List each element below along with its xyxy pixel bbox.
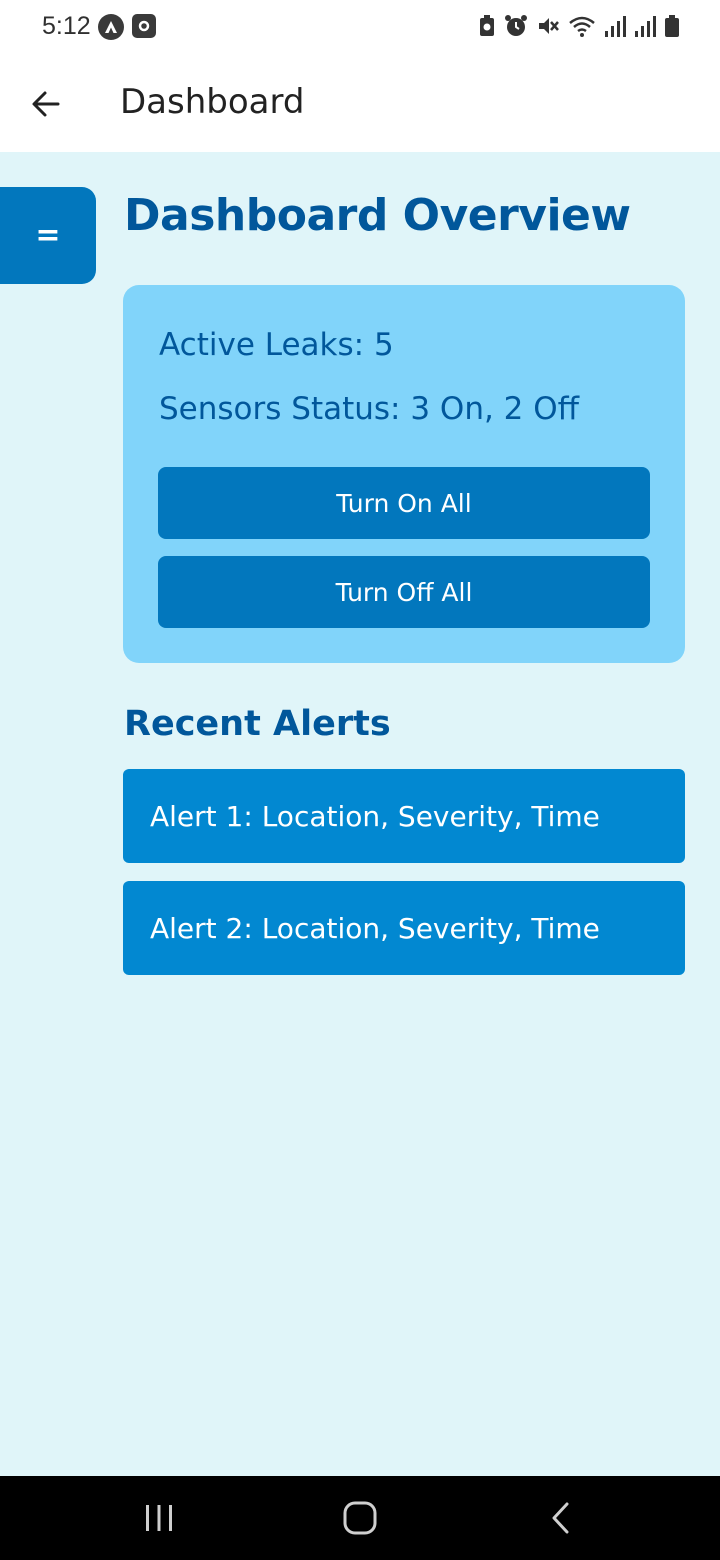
app-b-icon bbox=[132, 14, 156, 38]
active-leaks-text: Active Leaks: 5 bbox=[159, 327, 394, 363]
arrow-left-icon bbox=[32, 91, 60, 117]
menu-toggle-label: = bbox=[35, 218, 61, 253]
alert-item[interactable]: Alert 2: Location, Severity, Time bbox=[123, 881, 685, 975]
turn-on-all-button[interactable]: Turn On All bbox=[158, 467, 650, 539]
back-icon bbox=[552, 1502, 569, 1534]
app-a-icon bbox=[98, 14, 124, 40]
signal-icon bbox=[634, 14, 656, 42]
status-time: 5:12 bbox=[42, 12, 91, 40]
alert-item[interactable]: Alert 1: Location, Severity, Time bbox=[123, 769, 685, 863]
recents-button[interactable] bbox=[129, 1492, 189, 1544]
menu-toggle-button[interactable]: = bbox=[0, 187, 96, 284]
system-nav-bar bbox=[0, 1476, 720, 1560]
battery-icon bbox=[664, 14, 680, 42]
home-button[interactable] bbox=[330, 1492, 390, 1544]
back-button[interactable] bbox=[26, 84, 66, 124]
status-right-icons bbox=[478, 14, 680, 42]
alarm-icon bbox=[504, 14, 528, 42]
page-title: Dashboard Overview bbox=[124, 190, 631, 241]
recents-icon bbox=[146, 1505, 172, 1531]
mute-icon bbox=[536, 14, 560, 42]
nav-back-button[interactable] bbox=[532, 1492, 592, 1544]
home-icon bbox=[343, 1501, 377, 1535]
app-bar-title: Dashboard bbox=[120, 82, 305, 122]
status-bar: 5:12 bbox=[0, 0, 720, 56]
sensors-status-text: Sensors Status: 3 On, 2 Off bbox=[159, 391, 580, 427]
turn-off-all-button[interactable]: Turn Off All bbox=[158, 556, 650, 628]
summary-card: Active Leaks: 5 Sensors Status: 3 On, 2 … bbox=[123, 285, 685, 663]
status-left-icons bbox=[98, 14, 156, 40]
signal-icon bbox=[604, 14, 626, 42]
battery-saver-icon bbox=[478, 14, 496, 42]
app-bar: Dashboard bbox=[0, 56, 720, 152]
wifi-icon bbox=[568, 14, 596, 42]
recent-alerts-title: Recent Alerts bbox=[124, 704, 391, 744]
